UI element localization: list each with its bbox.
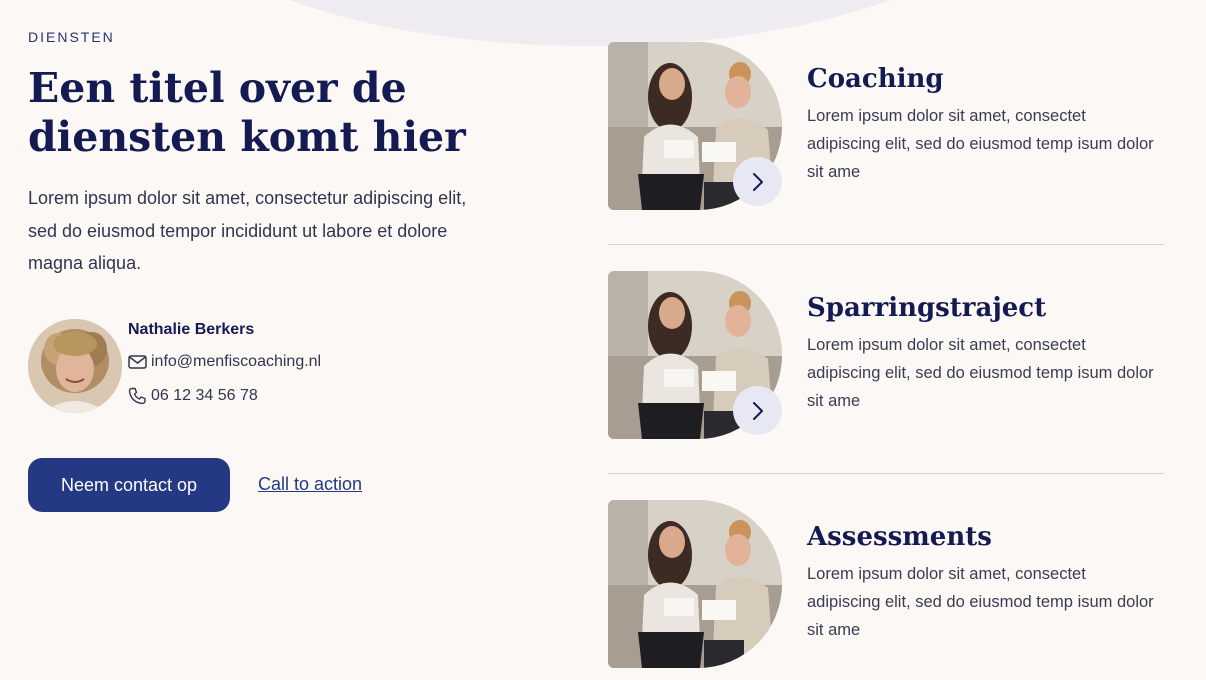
- section-heading: Een titel over de diensten komt hier: [28, 64, 466, 161]
- contact-button[interactable]: Neem contact op: [28, 458, 230, 512]
- divider: [608, 244, 1164, 245]
- service-description: Lorem ipsum dolor sit amet, consectet ad…: [807, 565, 1154, 639]
- divider: [608, 473, 1164, 474]
- call-to-action-link[interactable]: Call to action: [258, 474, 362, 495]
- service-card-coaching[interactable]: Coaching Lorem ipsum dolor sit amet, con…: [608, 42, 1164, 210]
- contact-name: Nathalie Berkers: [128, 321, 255, 338]
- section-intro: Lorem ipsum dolor sit amet, consectetur …: [28, 188, 467, 273]
- contact-email[interactable]: info@menfiscoaching.nl: [128, 353, 321, 371]
- phone-icon: [128, 387, 146, 405]
- section-eyebrow: DIENSTEN: [28, 29, 115, 45]
- contact-phone-text: 06 12 34 56 78: [151, 387, 258, 404]
- service-image: [608, 500, 782, 668]
- service-title: Assessments: [807, 522, 992, 552]
- coaching-arrow-button[interactable]: [733, 157, 782, 206]
- contact-email-text: info@menfiscoaching.nl: [151, 353, 322, 370]
- decorative-arc: [170, 0, 1010, 46]
- service-card-sparringstraject[interactable]: Sparringstraject Lorem ipsum dolor sit a…: [608, 271, 1164, 439]
- chevron-right-icon: [752, 172, 763, 191]
- services-section: DIENSTEN Een titel over de diensten komt…: [0, 0, 1206, 680]
- service-description: Lorem ipsum dolor sit amet, consectet ad…: [807, 107, 1154, 181]
- service-title: Sparringstraject: [807, 293, 1047, 323]
- chevron-right-icon: [752, 401, 763, 420]
- envelope-icon: [128, 355, 147, 369]
- contact-phone[interactable]: 06 12 34 56 78: [128, 387, 258, 405]
- service-title: Coaching: [807, 64, 944, 94]
- sparringstraject-arrow-button[interactable]: [733, 386, 782, 435]
- avatar: [28, 319, 122, 413]
- service-description: Lorem ipsum dolor sit amet, consectet ad…: [807, 336, 1154, 410]
- service-card-assessments[interactable]: Assessments Lorem ipsum dolor sit amet, …: [608, 500, 1164, 668]
